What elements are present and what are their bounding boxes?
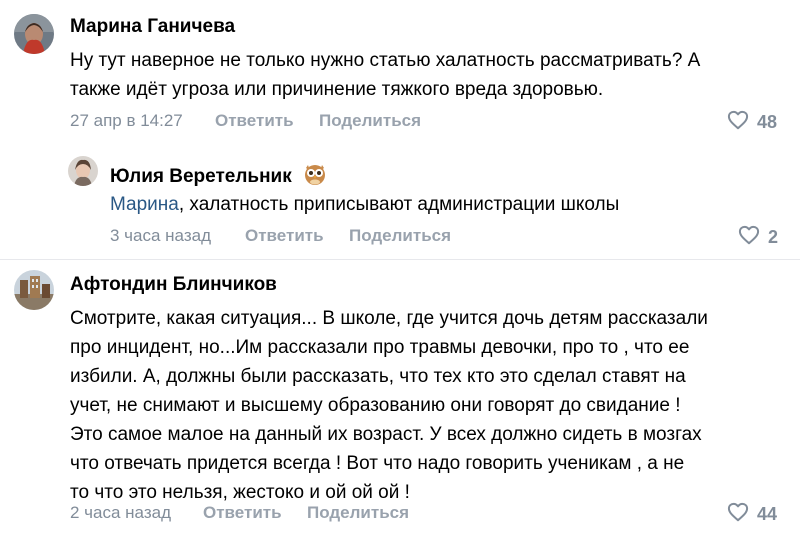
share-button[interactable]: Поделиться bbox=[349, 226, 451, 246]
author-name[interactable]: Юлия Веретельник bbox=[110, 162, 327, 192]
comment-text-line: также идёт угроза или причинение тяжкого… bbox=[70, 79, 604, 100]
comment-text-line: Смотрите, какая ситуация... В школе, где… bbox=[70, 308, 708, 329]
comment-text-line: учет, не снимают и высшему образованию о… bbox=[70, 395, 681, 416]
heart-icon bbox=[727, 502, 749, 527]
share-button[interactable]: Поделиться bbox=[307, 503, 409, 523]
reply-button[interactable]: Ответить bbox=[245, 226, 324, 246]
avatar[interactable] bbox=[68, 156, 98, 186]
comment-text-line: что отвечать придется всегда ! Вот что н… bbox=[70, 453, 685, 474]
author-name[interactable]: Марина Ганичева bbox=[70, 16, 235, 38]
like-button[interactable]: 48 bbox=[727, 110, 777, 135]
mention-link[interactable]: Марина bbox=[110, 194, 179, 215]
like-button[interactable]: 44 bbox=[727, 502, 777, 527]
comment-time[interactable]: 2 часа назад bbox=[70, 503, 171, 523]
comment-text-body: , халатность приписывают администрации ш… bbox=[178, 194, 620, 215]
avatar[interactable] bbox=[14, 270, 54, 310]
heart-icon bbox=[738, 225, 760, 250]
comment: Марина Ганичева Ну тут наверное не тольк… bbox=[0, 0, 800, 150]
author-name[interactable]: Афтондин Блинчиков bbox=[70, 274, 277, 296]
author-name-text: Юлия Веретельник bbox=[110, 166, 292, 187]
heart-icon bbox=[727, 110, 749, 135]
comment-time[interactable]: 3 часа назад bbox=[110, 226, 211, 246]
like-count: 48 bbox=[757, 112, 778, 132]
reply-comment: Юлия Веретельник Марина, халатность прип… bbox=[0, 150, 800, 260]
comment-text: Смотрите, какая ситуация... В школе, где… bbox=[70, 304, 708, 507]
like-count: 2 bbox=[768, 227, 779, 247]
comment-text-line: про инцидент, но...Им рассказали про тра… bbox=[70, 337, 690, 358]
reply-button[interactable]: Ответить bbox=[203, 503, 282, 523]
comment-text-line: Ну тут наверное не только нужно статью х… bbox=[70, 50, 701, 71]
comment-text: Марина, халатность приписывают администр… bbox=[110, 190, 619, 219]
comment-time[interactable]: 27 апр в 14:27 bbox=[70, 111, 183, 131]
owl-emoji-icon bbox=[303, 162, 327, 192]
comment-text: Ну тут наверное не только нужно статью х… bbox=[70, 46, 700, 104]
comment-text-line: Это самое малое на данный их возраст. У … bbox=[70, 424, 702, 445]
reply-button[interactable]: Ответить bbox=[215, 111, 294, 131]
avatar[interactable] bbox=[14, 14, 54, 54]
comment-text-line: избили. А, должны были рассказать, что т… bbox=[70, 366, 686, 387]
like-count: 44 bbox=[757, 504, 778, 524]
share-button[interactable]: Поделиться bbox=[319, 111, 421, 131]
comment: Афтондин Блинчиков Смотрите, какая ситуа… bbox=[0, 260, 800, 543]
like-button[interactable]: 2 bbox=[738, 225, 778, 250]
